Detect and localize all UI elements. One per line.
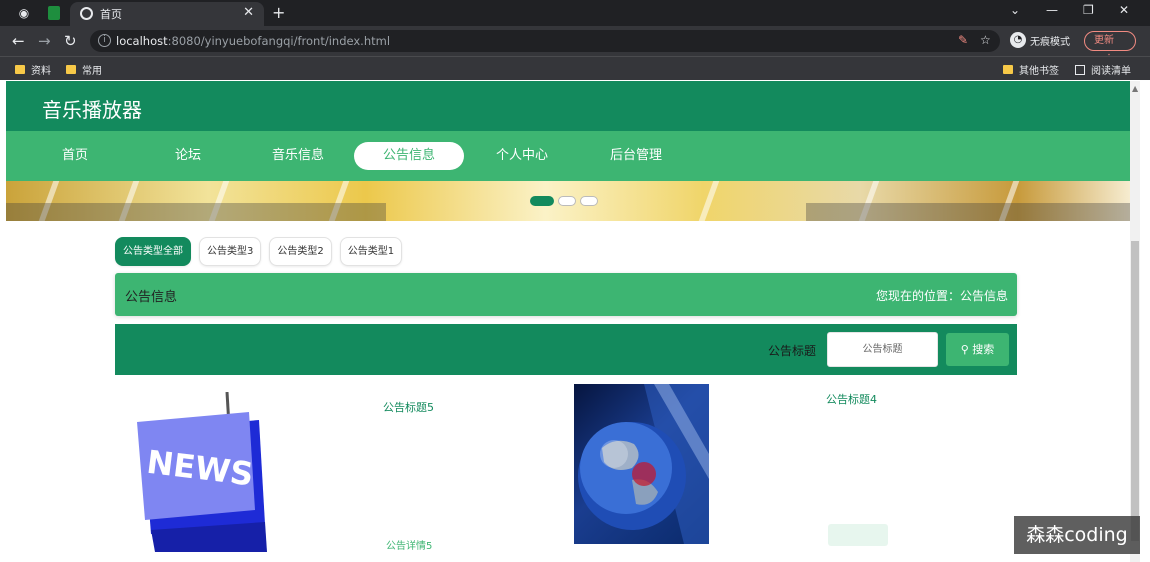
- chrome-menu-icon[interactable]: ◉: [16, 5, 32, 21]
- page-scrollbar[interactable]: ▲: [1130, 81, 1140, 562]
- other-bookmarks[interactable]: 其他书签: [1003, 62, 1059, 77]
- banner-decor: [806, 203, 1130, 221]
- close-window-icon[interactable]: ✕: [1119, 3, 1129, 17]
- announcement-image[interactable]: NEWS: [131, 392, 267, 552]
- url-path: :8080/yinyuebofangqi/front/index.html: [167, 34, 391, 48]
- incognito-label: 无痕模式: [1030, 36, 1070, 48]
- filter-type-2[interactable]: 公告类型2: [269, 237, 332, 266]
- carousel-dot[interactable]: [558, 196, 576, 206]
- nav-profile[interactable]: 个人中心: [486, 142, 558, 170]
- tab-title: 首页: [100, 8, 122, 21]
- video-watermark: 森森coding: [1014, 516, 1140, 554]
- search-button[interactable]: ⚲ 搜索: [946, 333, 1009, 366]
- announcement-title[interactable]: 公告标题5: [383, 399, 434, 415]
- carousel-dot[interactable]: [530, 196, 554, 206]
- url-bar[interactable]: i localhost:8080/yinyuebofangqi/front/in…: [90, 30, 1000, 52]
- filter-type-3[interactable]: 公告类型3: [199, 237, 262, 266]
- globe-icon: [80, 7, 93, 20]
- bookmarks-bar: 资料 常用 其他书签 阅读清单: [0, 56, 1150, 80]
- announcement-detail-link[interactable]: 公告详情5: [386, 537, 432, 552]
- close-tab-icon[interactable]: ✕: [243, 5, 254, 20]
- bookmark-label: 其他书签: [1019, 66, 1059, 77]
- carousel-dot[interactable]: [580, 196, 598, 206]
- incognito-profile[interactable]: ◔ 无痕模式: [1010, 32, 1070, 48]
- forward-icon[interactable]: →: [38, 32, 51, 50]
- folder-icon: [66, 65, 76, 74]
- bookmark-folder[interactable]: 资料: [15, 62, 51, 77]
- nav-forum[interactable]: 论坛: [153, 142, 223, 170]
- news-key-image: NEWS: [137, 392, 267, 552]
- sheets-tab-icon[interactable]: [48, 6, 60, 20]
- detail-button-faded[interactable]: [828, 524, 888, 546]
- carousel-indicators: [530, 196, 598, 206]
- banner-decor: [6, 203, 386, 221]
- breadcrumb: 公告信息 您现在的位置：公告信息: [115, 273, 1017, 316]
- search-icon: ⚲: [960, 343, 969, 356]
- reading-list[interactable]: 阅读清单: [1075, 62, 1131, 77]
- page-viewport: 音乐播放器 首页 论坛 音乐信息 公告信息 个人中心 后台管理 公告类型全部 公…: [6, 81, 1130, 562]
- bookmark-folder[interactable]: 常用: [66, 62, 102, 77]
- category-filters: 公告类型全部 公告类型3 公告类型2 公告类型1: [115, 237, 403, 266]
- reading-list-icon: [1075, 64, 1085, 75]
- site-title: 音乐播放器: [42, 98, 142, 122]
- banner-decor: [698, 181, 720, 221]
- url-host: localhost: [116, 34, 168, 48]
- search-label: 公告标题: [768, 344, 817, 358]
- update-button[interactable]: 更新 ⋮: [1084, 31, 1136, 64]
- url-text[interactable]: localhost:8080/yinyuebofangqi/front/inde…: [116, 34, 390, 48]
- bookmark-label: 常用: [82, 66, 102, 77]
- incognito-icon: ◔: [1010, 32, 1026, 48]
- nav-announcements[interactable]: 公告信息: [354, 142, 464, 170]
- scrollbar-thumb[interactable]: [1131, 241, 1139, 541]
- folder-icon: [15, 65, 25, 74]
- bookmark-label: 资料: [31, 66, 51, 77]
- scroll-up-icon[interactable]: ▲: [1132, 84, 1138, 93]
- nav-home[interactable]: 首页: [40, 142, 110, 170]
- minimize-icon[interactable]: —: [1046, 3, 1058, 17]
- bookmark-label: 阅读清单: [1091, 66, 1131, 77]
- announcement-title[interactable]: 公告标题4: [826, 391, 877, 407]
- browser-tab-strip: ◉ 首页 ✕ + ⌄ — ❐ ✕: [0, 0, 1150, 26]
- filter-type-1[interactable]: 公告类型1: [339, 237, 403, 266]
- site-info-icon[interactable]: i: [98, 34, 111, 47]
- location-text: 您现在的位置：公告信息: [875, 289, 1008, 303]
- search-button-label: 搜索: [972, 343, 995, 356]
- nav-admin[interactable]: 后台管理: [600, 142, 672, 170]
- search-input[interactable]: 公告标题: [827, 332, 938, 367]
- filter-all[interactable]: 公告类型全部: [115, 237, 191, 266]
- site-header: 音乐播放器: [6, 81, 1130, 131]
- back-icon[interactable]: ←: [12, 32, 25, 50]
- tab-search-icon[interactable]: ⌄: [1010, 3, 1020, 17]
- maximize-icon[interactable]: ❐: [1083, 3, 1094, 17]
- address-toolbar: ← → ↻ i localhost:8080/yinyuebofangqi/fr…: [0, 26, 1150, 64]
- search-panel: 公告标题 公告标题 ⚲ 搜索: [115, 324, 1017, 375]
- banner-carousel[interactable]: [6, 181, 1130, 221]
- folder-icon: [1003, 65, 1013, 74]
- reload-icon[interactable]: ↻: [64, 32, 77, 50]
- browser-tab-active[interactable]: 首页 ✕: [70, 2, 264, 26]
- section-title: 公告信息: [125, 290, 178, 305]
- new-tab-icon[interactable]: +: [272, 3, 285, 22]
- nav-music[interactable]: 音乐信息: [262, 142, 334, 170]
- cursor-indicator: [632, 462, 656, 486]
- update-label: 更新: [1094, 35, 1114, 46]
- permission-icon[interactable]: ✎: [958, 33, 968, 47]
- star-icon[interactable]: ☆: [980, 33, 991, 47]
- main-nav: 首页 论坛 音乐信息 公告信息 个人中心 后台管理: [6, 131, 1130, 181]
